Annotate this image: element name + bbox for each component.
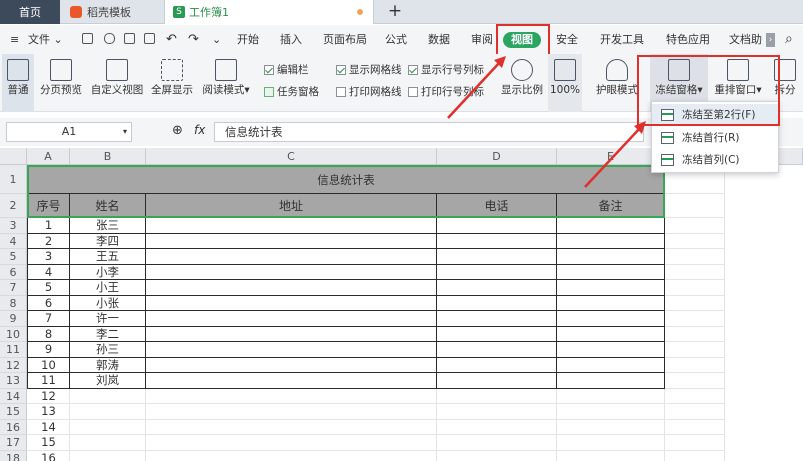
annotation-arrows <box>447 56 646 188</box>
arrow-to-freeze <box>584 127 641 188</box>
arrow-to-view-tab <box>447 61 501 119</box>
